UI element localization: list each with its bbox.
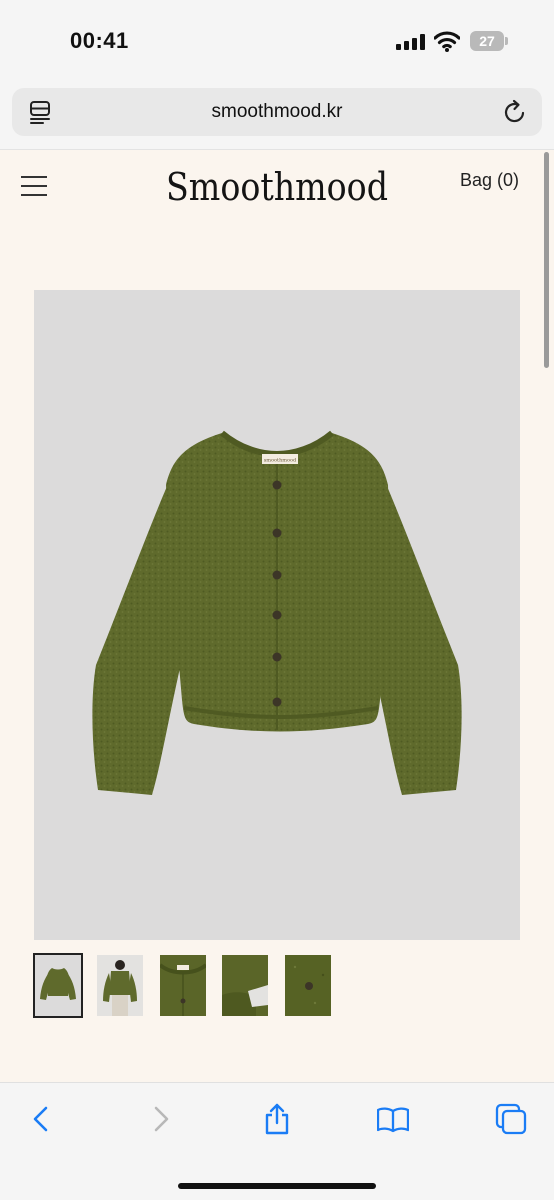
url-text[interactable]: smoothmood.kr xyxy=(12,88,542,136)
site-logo[interactable]: Smoothmood xyxy=(152,162,402,210)
status-time: 00:41 xyxy=(70,28,129,53)
url-field[interactable]: smoothmood.kr xyxy=(12,88,542,136)
cardigan-illustration: smoothmood xyxy=(92,430,462,795)
home-indicator xyxy=(178,1183,376,1189)
product-thumbnail[interactable] xyxy=(33,953,83,1018)
product-main-image[interactable]: smoothmood xyxy=(34,290,520,940)
battery-cap xyxy=(505,37,508,45)
back-arrow-icon[interactable] xyxy=(26,1103,58,1135)
product-thumbnail[interactable] xyxy=(222,955,268,1016)
product-thumbnail[interactable] xyxy=(285,955,331,1016)
share-icon[interactable] xyxy=(261,1103,293,1135)
battery-icon: 27 xyxy=(470,31,504,51)
garment-label: smoothmood xyxy=(264,458,297,464)
bag-link[interactable]: Bag (0) xyxy=(460,170,519,191)
product-thumbnail[interactable] xyxy=(97,955,143,1016)
bookmarks-icon[interactable] xyxy=(377,1103,409,1135)
battery-level: 27 xyxy=(479,33,495,49)
logo-text: Smoothmood xyxy=(166,165,388,209)
page-scrollbar[interactable] xyxy=(544,152,549,368)
wifi-icon xyxy=(434,31,460,52)
forward-arrow-icon[interactable] xyxy=(144,1103,176,1135)
tabs-icon[interactable] xyxy=(495,1103,527,1135)
product-thumbnail[interactable] xyxy=(160,955,206,1016)
cellular-signal-icon xyxy=(396,34,426,50)
hamburger-menu-icon[interactable] xyxy=(20,174,48,198)
browser-toolbar xyxy=(0,1082,554,1200)
status-bar: 00:41 27 xyxy=(0,0,554,84)
browser-address-area: smoothmood.kr xyxy=(0,84,554,150)
reload-icon[interactable] xyxy=(502,99,528,125)
